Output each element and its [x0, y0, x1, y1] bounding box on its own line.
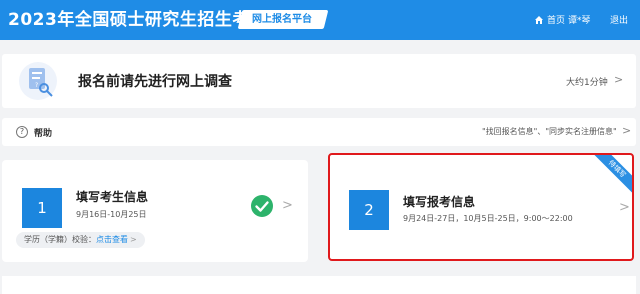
- help-label: 帮助: [34, 129, 53, 139]
- step-dates: 9月24日-27日，10月5日-25日，9:00～22:00: [403, 214, 573, 223]
- home-icon: [535, 15, 543, 24]
- step-title: 填写报考信息: [403, 195, 476, 209]
- step-dates: 9月16日-10月25日: [76, 210, 147, 219]
- nav-user-name[interactable]: 谭*琴: [568, 13, 591, 26]
- check-circle-icon: [251, 195, 273, 217]
- top-header: 2023年全国硕士研究生招生考试 网上报名平台 首页 谭*琴 退出: [0, 0, 640, 40]
- step-number: 1: [22, 188, 62, 228]
- svg-text:?: ?: [35, 82, 38, 89]
- chevron-right-icon: >: [614, 73, 624, 86]
- verify-link[interactable]: 点击查看: [96, 235, 128, 244]
- nav-logout-link[interactable]: 退出: [610, 13, 628, 26]
- help-links[interactable]: "找回报名信息"、"同步实名注册信息": [482, 126, 617, 137]
- platform-badge-label: 网上报名平台: [252, 14, 312, 25]
- survey-time: 大约1分钟: [566, 78, 608, 88]
- survey-document-icon: ?: [19, 62, 57, 100]
- nav-home-link[interactable]: 首页: [534, 13, 565, 26]
- nav-home-label: 首页: [547, 16, 566, 26]
- help-circle-icon: ?: [16, 126, 28, 138]
- chevron-right-icon: >: [622, 124, 632, 137]
- verify-label: 学历（学籍）校验：: [24, 235, 96, 244]
- chevron-right-icon: >: [130, 235, 137, 244]
- pending-ribbon: 待填写: [588, 155, 632, 198]
- step-card-application-info[interactable]: 待填写 2 填写报考信息 9月24日-27日，10月5日-25日，9:00～22…: [328, 153, 634, 261]
- site-title: 2023年全国硕士研究生招生考试: [8, 10, 268, 30]
- step-number: 2: [349, 190, 389, 230]
- help-bar[interactable]: ? 帮助 "找回报名信息"、"同步实名注册信息" >: [2, 118, 636, 146]
- survey-card[interactable]: ? 报名前请先进行网上调查 大约1分钟 >: [2, 54, 636, 108]
- chevron-right-icon: >: [619, 200, 630, 215]
- survey-title: 报名前请先进行网上调查: [78, 74, 232, 90]
- chevron-right-icon: >: [282, 198, 293, 213]
- step-title: 填写考生信息: [76, 190, 149, 204]
- platform-badge: 网上报名平台: [237, 10, 329, 29]
- education-verify-pill[interactable]: 学历（学籍）校验：点击查看 >: [16, 232, 145, 248]
- step-card-personal-info[interactable]: 1 填写考生信息 9月16日-10月25日 > 学历（学籍）校验：点击查看 >: [2, 160, 308, 262]
- bottom-card-edge: [2, 276, 636, 294]
